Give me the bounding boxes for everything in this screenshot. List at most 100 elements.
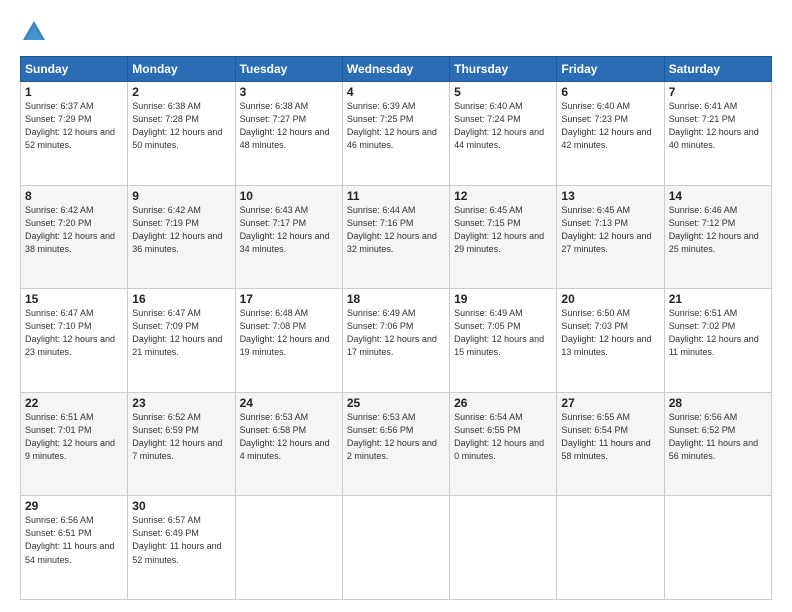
day-number: 28: [669, 396, 767, 410]
logo-icon: [20, 18, 48, 46]
day-info: Sunrise: 6:45 AMSunset: 7:15 PMDaylight:…: [454, 204, 552, 256]
day-cell-30: 30Sunrise: 6:57 AMSunset: 6:49 PMDayligh…: [128, 496, 235, 600]
day-cell-10: 10Sunrise: 6:43 AMSunset: 7:17 PMDayligh…: [235, 185, 342, 289]
day-number: 22: [25, 396, 123, 410]
day-number: 21: [669, 292, 767, 306]
day-number: 19: [454, 292, 552, 306]
day-cell-9: 9Sunrise: 6:42 AMSunset: 7:19 PMDaylight…: [128, 185, 235, 289]
day-cell-29: 29Sunrise: 6:56 AMSunset: 6:51 PMDayligh…: [21, 496, 128, 600]
day-cell-20: 20Sunrise: 6:50 AMSunset: 7:03 PMDayligh…: [557, 289, 664, 393]
day-number: 26: [454, 396, 552, 410]
day-cell-23: 23Sunrise: 6:52 AMSunset: 6:59 PMDayligh…: [128, 392, 235, 496]
day-number: 16: [132, 292, 230, 306]
day-info: Sunrise: 6:53 AMSunset: 6:56 PMDaylight:…: [347, 411, 445, 463]
day-info: Sunrise: 6:39 AMSunset: 7:25 PMDaylight:…: [347, 100, 445, 152]
day-number: 30: [132, 499, 230, 513]
day-cell-17: 17Sunrise: 6:48 AMSunset: 7:08 PMDayligh…: [235, 289, 342, 393]
day-info: Sunrise: 6:49 AMSunset: 7:06 PMDaylight:…: [347, 307, 445, 359]
day-number: 6: [561, 85, 659, 99]
day-number: 3: [240, 85, 338, 99]
logo: [20, 18, 52, 46]
day-info: Sunrise: 6:56 AMSunset: 6:51 PMDaylight:…: [25, 514, 123, 566]
day-number: 10: [240, 189, 338, 203]
day-info: Sunrise: 6:42 AMSunset: 7:20 PMDaylight:…: [25, 204, 123, 256]
day-cell-14: 14Sunrise: 6:46 AMSunset: 7:12 PMDayligh…: [664, 185, 771, 289]
weekday-header-thursday: Thursday: [450, 57, 557, 82]
day-info: Sunrise: 6:41 AMSunset: 7:21 PMDaylight:…: [669, 100, 767, 152]
day-number: 2: [132, 85, 230, 99]
weekday-header-sunday: Sunday: [21, 57, 128, 82]
day-info: Sunrise: 6:47 AMSunset: 7:09 PMDaylight:…: [132, 307, 230, 359]
day-info: Sunrise: 6:46 AMSunset: 7:12 PMDaylight:…: [669, 204, 767, 256]
day-info: Sunrise: 6:45 AMSunset: 7:13 PMDaylight:…: [561, 204, 659, 256]
day-number: 4: [347, 85, 445, 99]
day-info: Sunrise: 6:53 AMSunset: 6:58 PMDaylight:…: [240, 411, 338, 463]
day-info: Sunrise: 6:57 AMSunset: 6:49 PMDaylight:…: [132, 514, 230, 566]
day-number: 29: [25, 499, 123, 513]
day-cell-16: 16Sunrise: 6:47 AMSunset: 7:09 PMDayligh…: [128, 289, 235, 393]
day-info: Sunrise: 6:56 AMSunset: 6:52 PMDaylight:…: [669, 411, 767, 463]
day-number: 9: [132, 189, 230, 203]
day-info: Sunrise: 6:38 AMSunset: 7:27 PMDaylight:…: [240, 100, 338, 152]
day-cell-22: 22Sunrise: 6:51 AMSunset: 7:01 PMDayligh…: [21, 392, 128, 496]
day-info: Sunrise: 6:40 AMSunset: 7:24 PMDaylight:…: [454, 100, 552, 152]
weekday-header-friday: Friday: [557, 57, 664, 82]
day-info: Sunrise: 6:40 AMSunset: 7:23 PMDaylight:…: [561, 100, 659, 152]
day-info: Sunrise: 6:51 AMSunset: 7:02 PMDaylight:…: [669, 307, 767, 359]
day-number: 20: [561, 292, 659, 306]
empty-cell: [664, 496, 771, 600]
day-cell-7: 7Sunrise: 6:41 AMSunset: 7:21 PMDaylight…: [664, 82, 771, 186]
day-info: Sunrise: 6:55 AMSunset: 6:54 PMDaylight:…: [561, 411, 659, 463]
empty-cell: [235, 496, 342, 600]
day-info: Sunrise: 6:44 AMSunset: 7:16 PMDaylight:…: [347, 204, 445, 256]
week-row-3: 15Sunrise: 6:47 AMSunset: 7:10 PMDayligh…: [21, 289, 772, 393]
day-info: Sunrise: 6:50 AMSunset: 7:03 PMDaylight:…: [561, 307, 659, 359]
day-cell-2: 2Sunrise: 6:38 AMSunset: 7:28 PMDaylight…: [128, 82, 235, 186]
day-cell-4: 4Sunrise: 6:39 AMSunset: 7:25 PMDaylight…: [342, 82, 449, 186]
weekday-header-wednesday: Wednesday: [342, 57, 449, 82]
day-info: Sunrise: 6:51 AMSunset: 7:01 PMDaylight:…: [25, 411, 123, 463]
day-number: 15: [25, 292, 123, 306]
empty-cell: [342, 496, 449, 600]
day-number: 8: [25, 189, 123, 203]
day-number: 13: [561, 189, 659, 203]
day-cell-24: 24Sunrise: 6:53 AMSunset: 6:58 PMDayligh…: [235, 392, 342, 496]
day-info: Sunrise: 6:38 AMSunset: 7:28 PMDaylight:…: [132, 100, 230, 152]
day-cell-27: 27Sunrise: 6:55 AMSunset: 6:54 PMDayligh…: [557, 392, 664, 496]
day-cell-5: 5Sunrise: 6:40 AMSunset: 7:24 PMDaylight…: [450, 82, 557, 186]
day-number: 18: [347, 292, 445, 306]
day-cell-1: 1Sunrise: 6:37 AMSunset: 7:29 PMDaylight…: [21, 82, 128, 186]
day-info: Sunrise: 6:49 AMSunset: 7:05 PMDaylight:…: [454, 307, 552, 359]
day-info: Sunrise: 6:43 AMSunset: 7:17 PMDaylight:…: [240, 204, 338, 256]
day-cell-13: 13Sunrise: 6:45 AMSunset: 7:13 PMDayligh…: [557, 185, 664, 289]
weekday-header-saturday: Saturday: [664, 57, 771, 82]
header: [20, 18, 772, 46]
day-cell-6: 6Sunrise: 6:40 AMSunset: 7:23 PMDaylight…: [557, 82, 664, 186]
day-cell-21: 21Sunrise: 6:51 AMSunset: 7:02 PMDayligh…: [664, 289, 771, 393]
empty-cell: [557, 496, 664, 600]
day-number: 25: [347, 396, 445, 410]
day-number: 14: [669, 189, 767, 203]
day-cell-19: 19Sunrise: 6:49 AMSunset: 7:05 PMDayligh…: [450, 289, 557, 393]
weekday-header-tuesday: Tuesday: [235, 57, 342, 82]
day-number: 12: [454, 189, 552, 203]
day-cell-26: 26Sunrise: 6:54 AMSunset: 6:55 PMDayligh…: [450, 392, 557, 496]
empty-cell: [450, 496, 557, 600]
day-cell-18: 18Sunrise: 6:49 AMSunset: 7:06 PMDayligh…: [342, 289, 449, 393]
week-row-2: 8Sunrise: 6:42 AMSunset: 7:20 PMDaylight…: [21, 185, 772, 289]
day-number: 11: [347, 189, 445, 203]
day-number: 23: [132, 396, 230, 410]
day-info: Sunrise: 6:54 AMSunset: 6:55 PMDaylight:…: [454, 411, 552, 463]
day-number: 1: [25, 85, 123, 99]
day-info: Sunrise: 6:47 AMSunset: 7:10 PMDaylight:…: [25, 307, 123, 359]
week-row-1: 1Sunrise: 6:37 AMSunset: 7:29 PMDaylight…: [21, 82, 772, 186]
day-info: Sunrise: 6:52 AMSunset: 6:59 PMDaylight:…: [132, 411, 230, 463]
day-number: 24: [240, 396, 338, 410]
day-cell-28: 28Sunrise: 6:56 AMSunset: 6:52 PMDayligh…: [664, 392, 771, 496]
week-row-4: 22Sunrise: 6:51 AMSunset: 7:01 PMDayligh…: [21, 392, 772, 496]
calendar-table: SundayMondayTuesdayWednesdayThursdayFrid…: [20, 56, 772, 600]
week-row-5: 29Sunrise: 6:56 AMSunset: 6:51 PMDayligh…: [21, 496, 772, 600]
day-number: 17: [240, 292, 338, 306]
day-number: 7: [669, 85, 767, 99]
day-cell-25: 25Sunrise: 6:53 AMSunset: 6:56 PMDayligh…: [342, 392, 449, 496]
